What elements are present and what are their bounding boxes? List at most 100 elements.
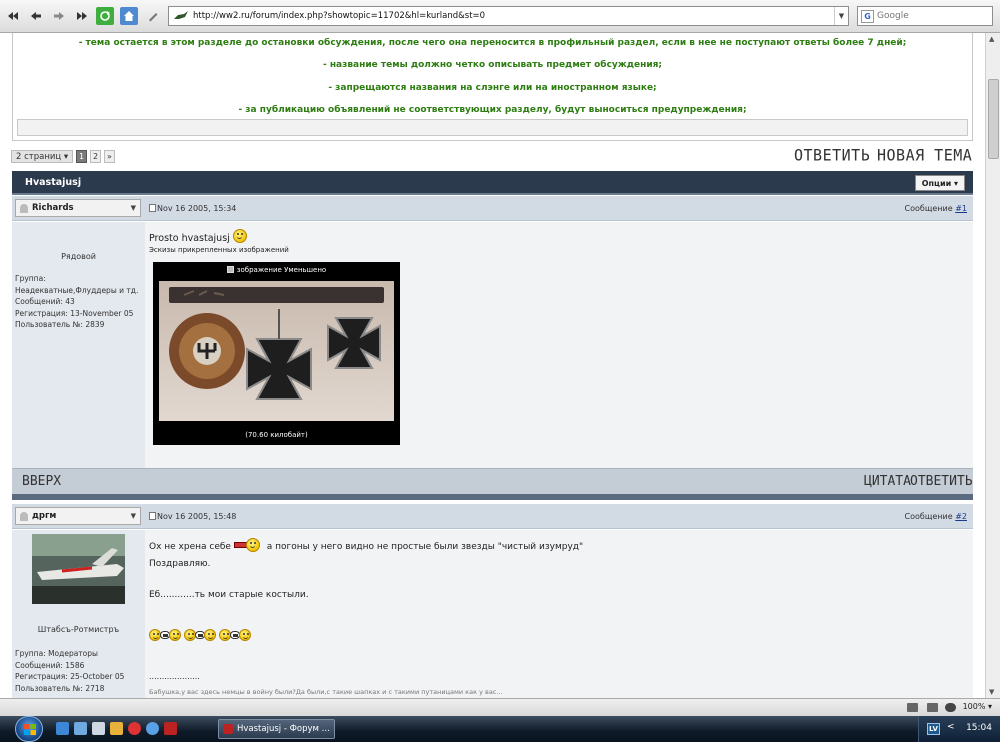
- post-2-userinfo: Группа: Модераторы Сообщений: 1586 Регис…: [15, 649, 125, 693]
- top-button[interactable]: ВВЕРХ: [22, 474, 61, 489]
- browser-quicklaunch-icon[interactable]: [164, 722, 177, 735]
- post-1-header: Richards ▼ Nov 16 2005, 15:34 Сообщение …: [12, 196, 973, 221]
- smile-icon: [232, 229, 247, 243]
- post-1-date: Nov 16 2005, 15:34: [149, 204, 236, 213]
- user-icon: [20, 204, 28, 213]
- post-icon: [149, 204, 156, 212]
- window-favicon-icon: [223, 724, 233, 734]
- windows-logo-icon: [24, 724, 36, 735]
- search-box[interactable]: G: [857, 6, 993, 26]
- scroll-down-icon[interactable]: ▼: [989, 688, 994, 696]
- image-size: (70.60 килобайт): [245, 431, 308, 439]
- user-icon: [20, 512, 28, 521]
- home-icon[interactable]: [120, 7, 138, 25]
- post-2-user-dropdown[interactable]: дргм ▼: [15, 507, 141, 525]
- site-favicon-icon: [174, 11, 188, 19]
- reply-button[interactable]: ОТВЕТИТЬ: [794, 146, 870, 165]
- image-icon: [226, 266, 234, 273]
- page-2[interactable]: 2: [90, 150, 101, 163]
- explorer-icon[interactable]: [74, 722, 87, 735]
- next-page[interactable]: »: [104, 150, 115, 163]
- post-2-number: Сообщение #2: [904, 512, 967, 521]
- options-button[interactable]: Опции ▾: [914, 175, 965, 191]
- desktop-icon[interactable]: [92, 722, 105, 735]
- chevron-down-icon: ▼: [130, 512, 136, 520]
- smile-icon: [238, 629, 251, 641]
- rules-box: - тема остается в этом разделе до остано…: [12, 33, 973, 141]
- post-1-link[interactable]: #1: [955, 204, 967, 213]
- status-bar: 100% ▾: [0, 698, 1000, 716]
- taskbar-window-item[interactable]: Hvastajusj - Форум ...: [218, 719, 335, 739]
- page-1[interactable]: 1: [76, 150, 87, 163]
- rewind-icon[interactable]: [4, 7, 22, 25]
- messenger-icon[interactable]: [146, 722, 159, 735]
- browser-toolbar: http://ww2.ru/forum/index.php?showtopic=…: [0, 0, 1000, 33]
- avatar: [32, 534, 125, 604]
- language-indicator[interactable]: LV: [927, 723, 940, 735]
- clock[interactable]: 15:04: [966, 723, 992, 733]
- fast-forward-icon[interactable]: [73, 7, 91, 25]
- ie-icon[interactable]: [56, 722, 69, 735]
- new-topic-button[interactable]: НОВАЯ ТЕМА: [877, 146, 972, 165]
- system-tray: LV < 15:04: [918, 716, 1000, 742]
- reload-icon[interactable]: [96, 7, 114, 25]
- folder-icon[interactable]: [110, 722, 123, 735]
- camera-icon[interactable]: [927, 703, 938, 712]
- post-reply-button[interactable]: ОТВЕТИТЬ: [910, 474, 973, 489]
- post-1-content: Prosto hvastajusj Эскизы прикрепленных и…: [149, 222, 973, 468]
- edit-icon[interactable]: [144, 7, 162, 25]
- image-caption: зображение Уменьшено: [153, 266, 400, 274]
- post-separator: [12, 494, 973, 500]
- url-dropdown-icon[interactable]: ▼: [834, 7, 848, 25]
- google-icon[interactable]: G: [861, 9, 874, 23]
- post-1-userpane: Рядовой Группа: Неадекватные,Флуддеры и …: [12, 222, 145, 468]
- rules-footer-bar: [17, 119, 968, 136]
- forward-icon[interactable]: [50, 7, 68, 25]
- epaulette-smiley-icon: [233, 538, 264, 552]
- post-1-number: Сообщение #1: [904, 204, 967, 213]
- address-bar[interactable]: http://ww2.ru/forum/index.php?showtopic=…: [168, 6, 849, 26]
- topic-title: Hvastajusj: [25, 177, 82, 188]
- medals-photo: [159, 281, 394, 421]
- pages-dropdown[interactable]: 2 страниц ▾: [11, 150, 74, 163]
- search-input[interactable]: [877, 11, 977, 21]
- rule-1: - тема остается в этом разделе до остано…: [78, 38, 907, 48]
- zoom-icon[interactable]: [945, 703, 956, 712]
- post-2-content: Ох не хрена себе а погоны у него видно н…: [149, 530, 973, 698]
- network-icon[interactable]: [907, 703, 918, 712]
- url-text[interactable]: http://ww2.ru/forum/index.php?showtopic=…: [193, 11, 485, 21]
- start-button[interactable]: [15, 716, 43, 742]
- scroll-up-icon[interactable]: ▲: [989, 35, 994, 43]
- taskbar: Hvastajusj - Форум ... LV < 15:04: [0, 716, 1000, 742]
- post-2-header: дргм ▼ Nov 16 2005, 15:48 Сообщение #2: [12, 504, 973, 529]
- post-1-body: Рядовой Группа: Неадекватные,Флуддеры и …: [12, 222, 973, 468]
- attached-image[interactable]: зображение Уменьшено (70.60 килобайт): [153, 262, 400, 445]
- post-2-line-4: ....................: [149, 672, 200, 681]
- vertical-scrollbar[interactable]: ▲ ▼: [985, 33, 1000, 698]
- tray-expand-icon[interactable]: <: [947, 722, 955, 732]
- post-2-body: Штабсъ-Ротмистръ Группа: Модераторы Сооб…: [12, 530, 973, 698]
- post-2-rank: Штабсъ-Ротмистръ: [37, 625, 120, 634]
- rule-3: - запрещаются названия на слэнге или на …: [328, 83, 657, 93]
- post-2-userpane: Штабсъ-Ротмистръ Группа: Модераторы Сооб…: [12, 530, 145, 698]
- smile-icon: [218, 629, 231, 641]
- scroll-thumb[interactable]: [988, 79, 999, 159]
- post-2-line-1: Ох не хрена себе а погоны у него видно н…: [149, 538, 583, 552]
- media-icon[interactable]: [128, 722, 141, 735]
- post-1-footer: ВВЕРХ ЦИТАТА ОТВЕТИТЬ: [12, 468, 973, 494]
- smile-icon: [169, 629, 181, 641]
- post-1-text: Prosto hvastajusj: [149, 229, 247, 244]
- post-1-userinfo: Группа: Неадекватные,Флуддеры и тд. Сооб…: [15, 274, 139, 329]
- back-icon[interactable]: [27, 7, 45, 25]
- chevron-down-icon: ▼: [130, 204, 136, 212]
- post-2-line-3: Еб............ть мои старые костыли.: [149, 590, 309, 600]
- post-2-link[interactable]: #2: [955, 512, 967, 521]
- pagination-row: 2 страниц ▾ 1 2 » ОТВЕТИТЬ НОВАЯ ТЕМА: [11, 146, 973, 165]
- post-2-line-2: Поздравляю.: [149, 559, 211, 569]
- kiss-smileys: [149, 629, 251, 642]
- zoom-level[interactable]: 100% ▾: [963, 702, 992, 711]
- post-1-user-dropdown[interactable]: Richards ▼: [15, 199, 141, 217]
- quote-button[interactable]: ЦИТАТА: [864, 474, 911, 489]
- attach-label: Эскизы прикрепленных изображений: [149, 246, 289, 254]
- post-1-rank: Рядовой: [61, 252, 96, 261]
